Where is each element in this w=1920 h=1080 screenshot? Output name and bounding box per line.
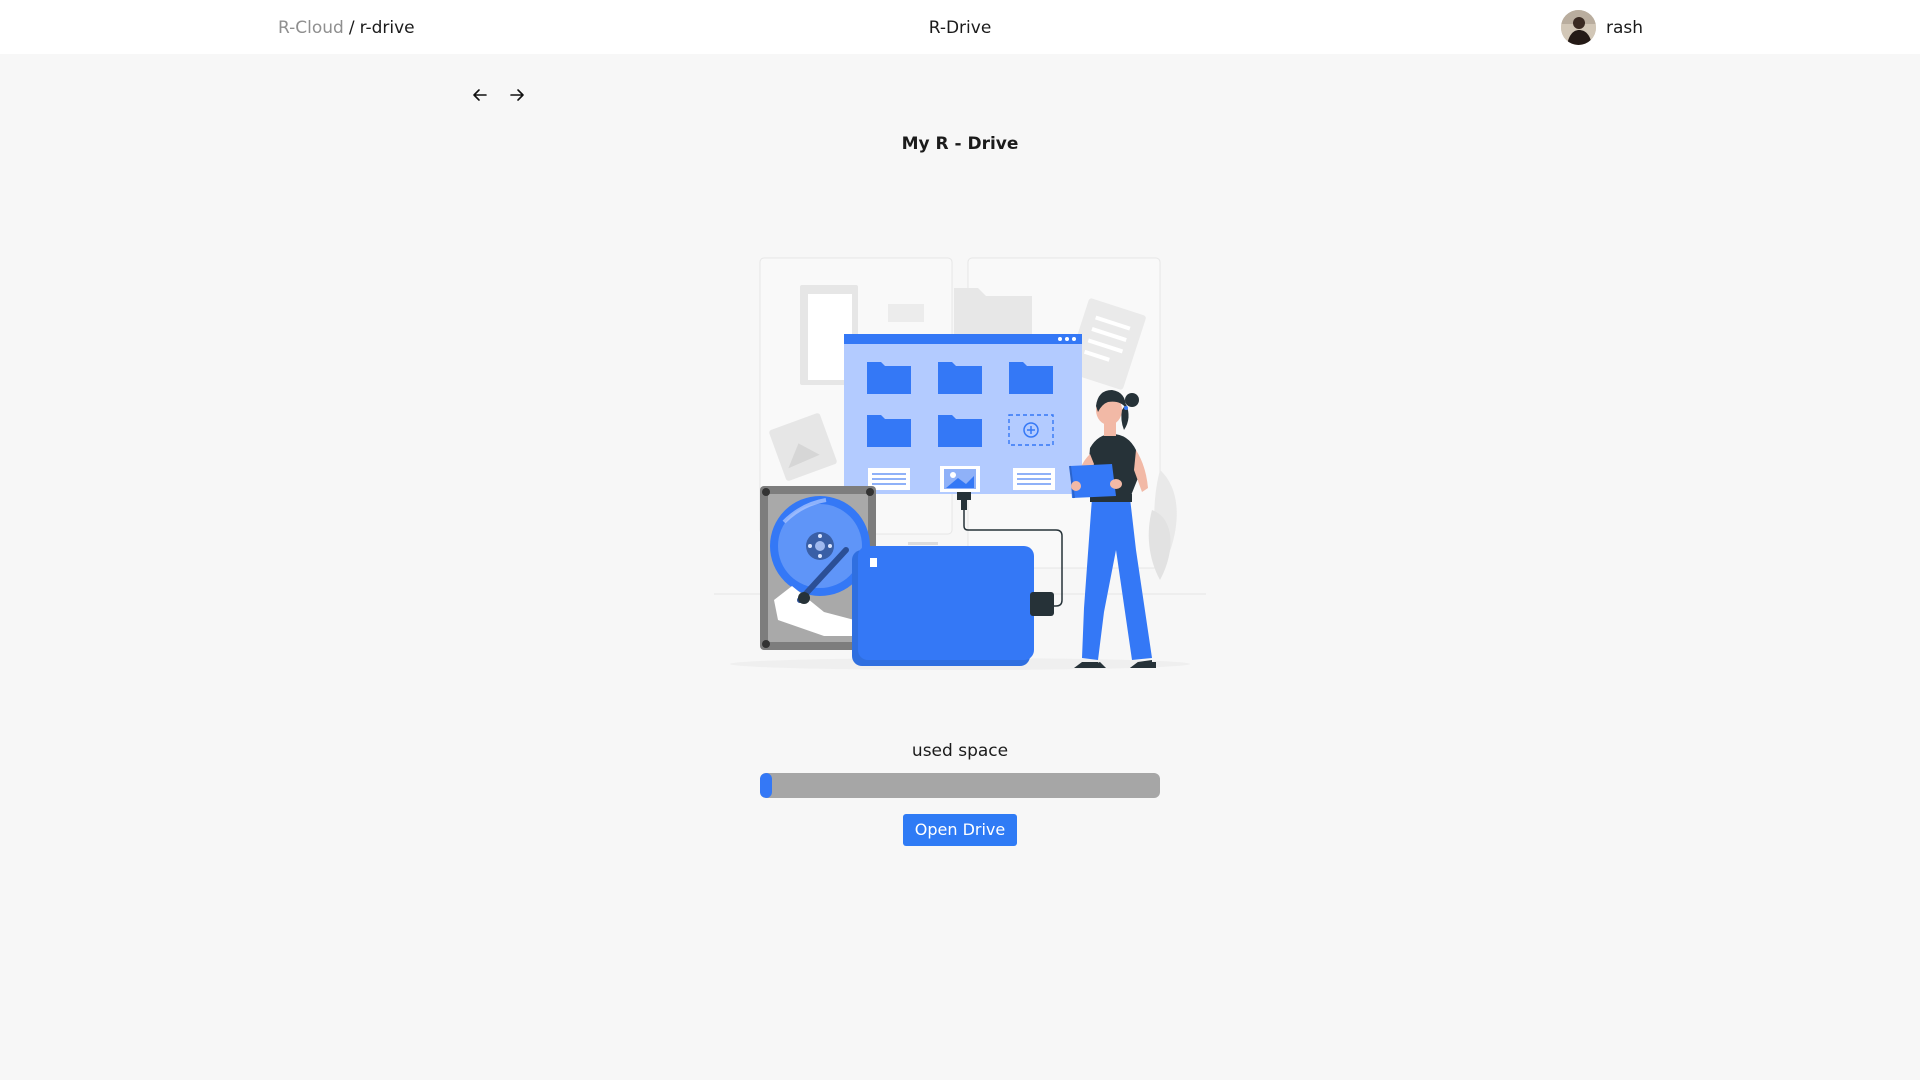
arrow-left-icon[interactable] [469,84,491,106]
used-space-progress-fill [760,773,772,798]
drive-illustration [712,250,1208,684]
page-title: My R - Drive [901,134,1019,154]
user-name[interactable]: rash [1606,18,1643,38]
used-space-progress-bar [760,773,1160,798]
open-drive-button[interactable]: Open Drive [903,814,1017,846]
used-space-label: used space [911,741,1009,761]
user-menu[interactable]: rash [1561,10,1643,45]
user-avatar-icon[interactable] [1561,10,1596,45]
top-bar: R-Cloud / r-drive R-Drive rash [0,0,1920,54]
arrow-right-icon[interactable] [506,84,528,106]
